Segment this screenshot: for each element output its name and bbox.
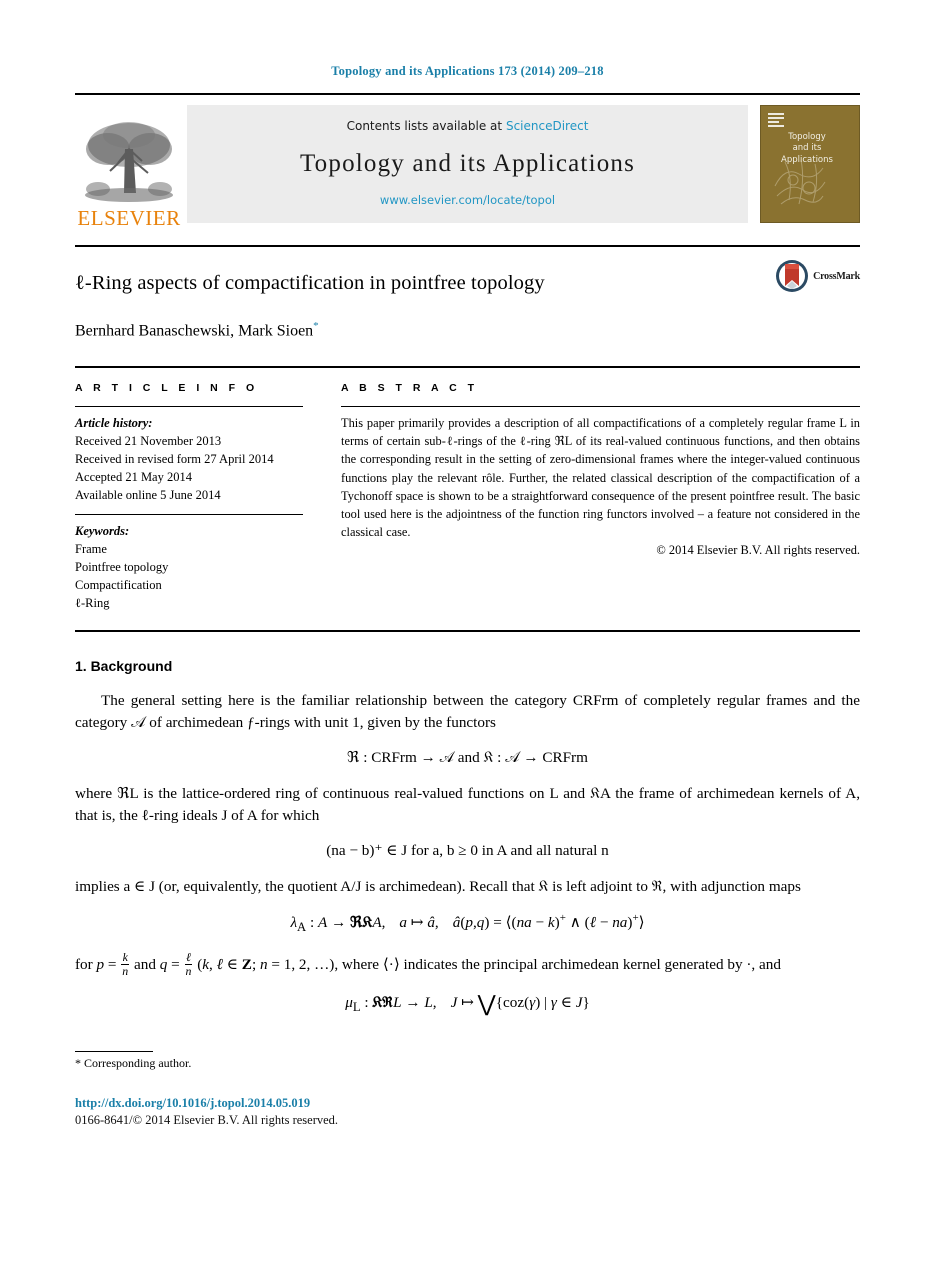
author-names: Bernhard Banaschewski, Mark Sioen [75, 321, 314, 339]
page-footer: http://dx.doi.org/10.1016/j.topol.2014.0… [75, 1095, 860, 1129]
info-abstract-columns: A R T I C L E I N F O Article history: R… [75, 368, 860, 612]
keyword-item: ℓ-Ring [75, 596, 110, 611]
abstract-rule [341, 405, 860, 407]
contents-prefix: Contents lists available at [346, 119, 503, 133]
paragraph-1: The general setting here is the familiar… [75, 692, 860, 732]
keyword-item: Compactification [75, 577, 162, 592]
article-body: 1. Background The general setting here i… [75, 632, 860, 1017]
issn-copyright-line: 0166-8641/© 2014 Elsevier B.V. All right… [75, 1113, 339, 1128]
elsevier-wordmark: ELSEVIER [77, 206, 181, 230]
author-list: Bernhard Banaschewski, Mark Sioen* [75, 320, 860, 340]
abstract-copyright: © 2014 Elsevier B.V. All rights reserved… [656, 542, 860, 557]
elsevier-logo: ELSEVIER [75, 95, 183, 229]
running-head: Topology and its Applications 173 (2014)… [331, 64, 604, 78]
paragraph-3: implies a ∈ J (or, equivalently, the quo… [75, 878, 801, 896]
history-item: Accepted 21 May 2014 [75, 470, 192, 485]
footnote-text: Corresponding author. [84, 1056, 192, 1071]
keyword-item: Frame [75, 541, 107, 556]
equation-lambda-adjunction: λA : A → ℜ𝔎A, a ↦ â, â(p,q) = ⟨(na − k)+ ∧… [290, 912, 645, 935]
journal-cover-thumbnail[interactable]: Topology and its Applications [760, 105, 860, 223]
history-item: Received in revised form 27 April 2014 [75, 452, 274, 467]
doi-link[interactable]: http://dx.doi.org/10.1016/j.topol.2014.0… [75, 1095, 860, 1112]
keyword-item: Pointfree topology [75, 559, 169, 574]
article-history: Article history: Received 21 November 20… [75, 414, 303, 505]
article-info-rule [75, 405, 303, 407]
contents-line: Contents lists available at ScienceDirec… [347, 119, 589, 133]
keywords-heading: Keywords: [75, 523, 130, 538]
equation-mu-adjunction: μL : 𝔎ℜL → L, J ↦ ⋁{coz(γ) | γ ∈ J} [345, 991, 590, 1017]
article-info-column: A R T I C L E I N F O Article history: R… [75, 382, 303, 612]
sciencedirect-link[interactable]: ScienceDirect [506, 119, 588, 133]
crossmark-icon [776, 260, 809, 292]
section-heading-background: 1. Background [75, 658, 173, 675]
journal-article-page: Topology and its Applications 173 (2014)… [0, 0, 935, 1266]
journal-title: Topology and its Applications [299, 150, 636, 177]
crossmark-label: CrossMark [813, 270, 860, 282]
article-info-heading: A R T I C L E I N F O [75, 381, 259, 394]
corresponding-author-marker[interactable]: * [313, 320, 319, 332]
keywords-block: Keywords: Frame Pointfree topology Compa… [75, 522, 303, 613]
abstract-column: A B S T R A C T This paper primarily pro… [341, 382, 860, 612]
paragraph-4: for p = kn and q = ℓn (k, ℓ ∈ Z; n = 1, … [75, 950, 781, 978]
cover-artwork [774, 159, 826, 205]
journal-banner: Contents lists available at ScienceDirec… [187, 105, 748, 223]
footnote-corresponding-author: * Corresponding author. [75, 1056, 860, 1071]
history-item: Available online 5 June 2014 [75, 488, 221, 503]
equation-archimedean-kernel: (na − b)⁺ ∈ J for a, b ≥ 0 in A and all … [326, 842, 609, 860]
elsevier-tree-icon [85, 122, 173, 202]
abstract-heading: A B S T R A C T [341, 381, 478, 394]
journal-masthead: ELSEVIER Contents lists available at Sci… [75, 93, 860, 229]
crossmark-badge[interactable]: CrossMark [775, 259, 860, 293]
footnote-marker: * [75, 1056, 81, 1071]
title-block: ℓ-Ring aspects of compactification in po… [75, 247, 860, 340]
paragraph-2: where ℜL is the lattice-ordered ring of … [75, 785, 860, 825]
footnote-divider [75, 1051, 153, 1053]
elsevier-mark-icon [768, 113, 784, 127]
abstract-text: This paper primarily provides a descript… [341, 415, 860, 540]
equation-functors: ℜ : CRFrm → 𝒜 and 𝔎 : 𝒜 → CRFrm [347, 749, 588, 767]
journal-url[interactable]: www.elsevier.com/locate/topol [380, 193, 555, 207]
page-title: ℓ-Ring aspects of compactification in po… [75, 272, 545, 294]
article-history-heading: Article history: [75, 415, 153, 430]
keywords-rule [75, 513, 303, 515]
history-item: Received 21 November 2013 [75, 434, 222, 449]
